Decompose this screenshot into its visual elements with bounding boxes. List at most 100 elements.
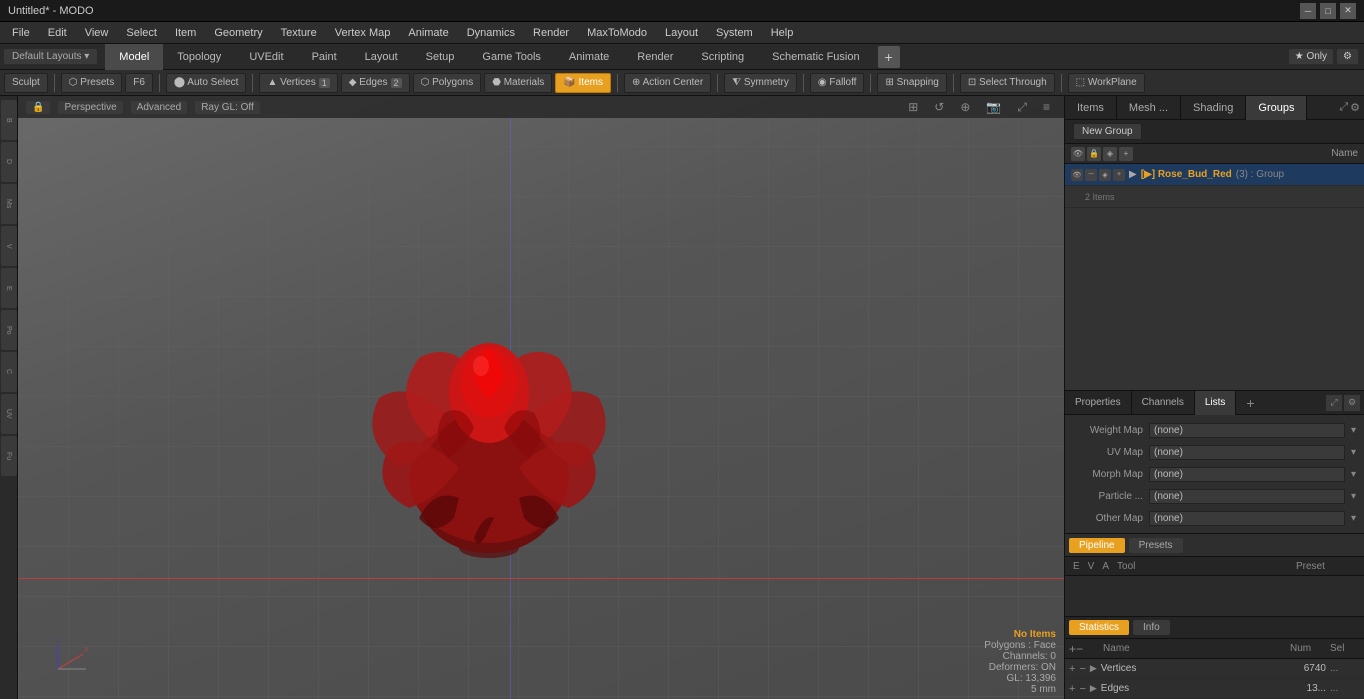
stats-edges-expand[interactable]: ▶ (1090, 683, 1097, 694)
tab-scripting[interactable]: Scripting (687, 44, 758, 70)
pcl-settings-icon[interactable]: ⚙ (1344, 395, 1360, 411)
workplane-button[interactable]: ⬚ WorkPlane (1068, 73, 1145, 93)
menu-select[interactable]: Select (118, 25, 165, 41)
select-through-button[interactable]: ⊡ Select Through (960, 73, 1055, 93)
menu-render[interactable]: Render (525, 25, 577, 41)
presets-button[interactable]: ⬡ Presets (61, 73, 122, 93)
more-icon[interactable]: ≡ (1037, 99, 1056, 116)
tab-layout[interactable]: Layout (351, 44, 412, 70)
render-icon-row[interactable]: ◈ (1099, 169, 1111, 181)
close-button[interactable]: ✕ (1340, 3, 1356, 19)
camera-icon[interactable]: 📷 (980, 99, 1007, 116)
eye-icon-row[interactable]: 👁 (1071, 169, 1083, 181)
tab-uvedit[interactable]: UVEdit (235, 44, 297, 70)
tab-render[interactable]: Render (623, 44, 687, 70)
ray-gl-off[interactable]: Ray GL: Off (195, 101, 260, 114)
menu-file[interactable]: File (4, 25, 38, 41)
lock-icon-row[interactable]: ─ (1085, 169, 1097, 181)
render-icon[interactable]: ◈ (1103, 147, 1117, 161)
only-button[interactable]: ★ Only (1289, 49, 1333, 64)
menu-texture[interactable]: Texture (273, 25, 325, 41)
expand-icon[interactable]: ⤢ (1011, 99, 1033, 116)
tab-model[interactable]: Model (105, 44, 163, 70)
maximize-button[interactable]: □ (1320, 3, 1336, 19)
zoom-icon[interactable]: ⊕ (954, 99, 976, 116)
tab-animate[interactable]: Animate (555, 44, 623, 70)
falloff-button[interactable]: ◉ Falloff (810, 73, 865, 93)
rpanel-tab-mesh[interactable]: Mesh ... (1117, 96, 1181, 120)
fit-icon[interactable]: ⊞ (902, 99, 924, 116)
left-tool-d[interactable]: D (1, 142, 17, 182)
rotate-icon[interactable]: ↺ (928, 99, 950, 116)
left-tool-pol[interactable]: Po (1, 310, 17, 350)
info-tab[interactable]: Info (1133, 620, 1170, 635)
menu-help[interactable]: Help (763, 25, 802, 41)
particle-dropdown[interactable]: ▾ (1351, 491, 1356, 502)
stats-edges-minus[interactable]: − (1079, 683, 1085, 695)
settings-button[interactable]: ⚙ (1337, 49, 1358, 64)
left-tool-v[interactable]: V (1, 226, 17, 266)
menu-item[interactable]: Item (167, 25, 204, 41)
polygons-button[interactable]: ⬡ Polygons (413, 73, 482, 93)
uv-map-dropdown[interactable]: ▾ (1351, 447, 1356, 458)
left-tool-ms[interactable]: Ms (1, 184, 17, 224)
rpanel-tab-shading[interactable]: Shading (1181, 96, 1246, 120)
f6-button[interactable]: F6 (125, 73, 153, 93)
presets-tab[interactable]: Presets (1129, 538, 1183, 553)
action-center-button[interactable]: ⊕ Action Center (624, 73, 711, 93)
tab-topology[interactable]: Topology (163, 44, 235, 70)
left-tool-e[interactable]: E (1, 268, 17, 308)
edges-button[interactable]: ◆ Edges 2 (341, 73, 410, 93)
add-icon-row[interactable]: + (1113, 169, 1125, 181)
menu-animate[interactable]: Animate (400, 25, 456, 41)
new-group-button[interactable]: New Group (1073, 123, 1142, 140)
pipeline-tab[interactable]: Pipeline (1069, 538, 1125, 553)
left-tool-c[interactable]: C (1, 352, 17, 392)
statistics-tab[interactable]: Statistics (1069, 620, 1129, 635)
left-tool-b[interactable]: B (1, 100, 17, 140)
lock-icon[interactable]: 🔒 (1087, 147, 1101, 161)
eye-icon[interactable]: 👁 (1071, 147, 1085, 161)
menu-geometry[interactable]: Geometry (206, 25, 270, 41)
stats-vertices-minus[interactable]: − (1079, 663, 1085, 675)
stats-add-button[interactable]: + (1069, 642, 1076, 656)
pcl-tab-lists[interactable]: Lists (1195, 391, 1237, 415)
left-tool-fu[interactable]: Fu (1, 436, 17, 476)
menu-dynamics[interactable]: Dynamics (459, 25, 523, 41)
weight-map-dropdown[interactable]: ▾ (1351, 425, 1356, 436)
minimize-button[interactable]: ─ (1300, 3, 1316, 19)
add-tab-button[interactable]: + (878, 46, 900, 68)
other-map-dropdown[interactable]: ▾ (1351, 513, 1356, 524)
rpanel-tab-items[interactable]: Items (1065, 96, 1117, 120)
viewport-lock-icon[interactable]: 🔒 (26, 101, 50, 114)
morph-map-dropdown[interactable]: ▾ (1351, 469, 1356, 480)
rpanel-settings-button[interactable]: ⚙ (1350, 101, 1360, 114)
viewport[interactable]: 🔒 Perspective Advanced Ray GL: Off ⊞ ↺ ⊕… (18, 96, 1064, 699)
sculpt-button[interactable]: Sculpt (4, 73, 48, 93)
menu-edit[interactable]: Edit (40, 25, 75, 41)
pcl-tab-channels[interactable]: Channels (1132, 391, 1195, 415)
auto-select-button[interactable]: ⬤ Auto Select (166, 73, 247, 93)
left-tool-uv[interactable]: UV (1, 394, 17, 434)
items-row-rose[interactable]: 👁 ─ ◈ + ▶ [▶] Rose_Bud_Red (3) : Group (1065, 164, 1364, 186)
tab-game-tools[interactable]: Game Tools (468, 44, 555, 70)
rpanel-expand-button[interactable]: ⤢ (1339, 101, 1348, 114)
menu-layout[interactable]: Layout (657, 25, 706, 41)
menu-view[interactable]: View (77, 25, 117, 41)
menu-system[interactable]: System (708, 25, 761, 41)
stats-edges-plus[interactable]: + (1069, 683, 1075, 695)
pcl-tab-properties[interactable]: Properties (1065, 391, 1132, 415)
tab-schematic-fusion[interactable]: Schematic Fusion (758, 44, 873, 70)
rpanel-tab-groups[interactable]: Groups (1246, 96, 1307, 120)
stats-vertices-expand[interactable]: ▶ (1090, 663, 1097, 674)
item-expand-icon[interactable]: ▶ (1129, 169, 1137, 180)
stats-vertices-plus[interactable]: + (1069, 663, 1075, 675)
menu-maxtomodo[interactable]: MaxToModo (579, 25, 655, 41)
snapping-button[interactable]: ⊞ Snapping (877, 73, 946, 93)
tab-setup[interactable]: Setup (412, 44, 469, 70)
items-button[interactable]: 📦 Items (555, 73, 611, 93)
stats-remove-button[interactable]: − (1076, 642, 1083, 656)
advanced-view[interactable]: Advanced (131, 101, 187, 114)
menu-vertex-map[interactable]: Vertex Map (327, 25, 399, 41)
pcl-add-button[interactable]: + (1240, 393, 1260, 413)
